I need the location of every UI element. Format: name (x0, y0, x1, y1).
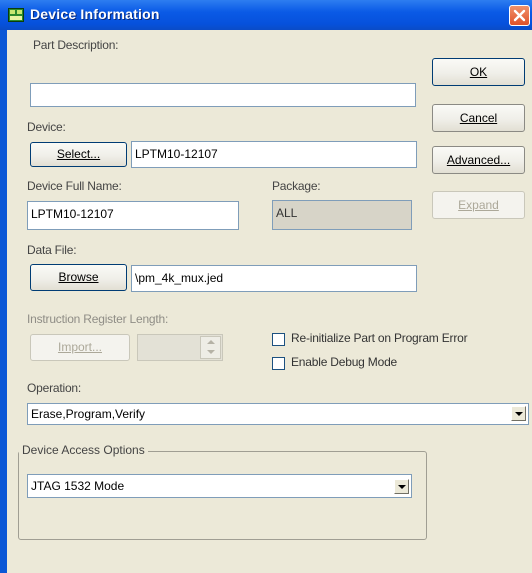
expand-button[interactable]: Expand (432, 191, 525, 219)
browse-button[interactable]: Browse (30, 264, 127, 291)
ok-button[interactable]: OK (432, 58, 525, 86)
select-device-label: Select... (56, 147, 101, 161)
device-label: Device: (27, 120, 66, 134)
data-file-label: Data File: (27, 243, 77, 257)
chevron-down-icon[interactable] (394, 479, 409, 494)
import-button[interactable]: Import... (30, 334, 130, 361)
cancel-label: Cancel (459, 111, 498, 125)
operation-label: Operation: (27, 381, 82, 395)
part-description-label: Part Description: (33, 38, 119, 52)
package-field: ALL (272, 200, 412, 230)
cancel-button[interactable]: Cancel (432, 104, 525, 132)
device-full-name-label: Device Full Name: (27, 179, 122, 193)
spin-up-icon (207, 340, 215, 344)
browse-label: Browse (58, 270, 99, 284)
advanced-label: Advanced... (446, 153, 511, 167)
debug-mode-label: Enable Debug Mode (291, 355, 398, 369)
reinitialize-checkbox[interactable] (272, 333, 285, 346)
spin-down-icon (207, 350, 215, 354)
instruction-register-label: Instruction Register Length: (27, 312, 169, 326)
device-access-value: JTAG 1532 Mode (31, 479, 125, 493)
instruction-register-spinner[interactable] (200, 336, 221, 359)
package-label: Package: (272, 179, 321, 193)
device-input[interactable]: LPTM10-12107 (131, 141, 417, 168)
data-file-input[interactable]: \pm_4k_mux.jed (131, 265, 417, 292)
title-bar[interactable]: Device Information (0, 0, 532, 30)
device-full-name-input[interactable]: LPTM10-12107 (27, 201, 239, 230)
ok-label: OK (469, 65, 488, 79)
chevron-down-icon[interactable] (511, 406, 526, 421)
close-icon (513, 9, 526, 22)
app-icon (8, 7, 24, 23)
import-label: Import... (57, 340, 102, 354)
advanced-button[interactable]: Advanced... (432, 146, 525, 174)
reinitialize-label: Re-initialize Part on Program Error (291, 331, 468, 345)
device-access-group-title: Device Access Options (19, 443, 148, 457)
window-title: Device Information (30, 6, 160, 22)
operation-value: Erase,Program,Verify (31, 407, 146, 421)
part-description-input[interactable] (30, 83, 416, 107)
device-access-select[interactable]: JTAG 1532 Mode (27, 474, 412, 498)
debug-mode-checkbox[interactable] (272, 357, 285, 370)
close-button[interactable] (509, 5, 530, 26)
select-device-button[interactable]: Select... (30, 142, 127, 167)
operation-select[interactable]: Erase,Program,Verify (27, 403, 529, 425)
expand-label: Expand (458, 198, 499, 212)
dialog-window: Device Information Part Description: Dev… (0, 0, 532, 573)
